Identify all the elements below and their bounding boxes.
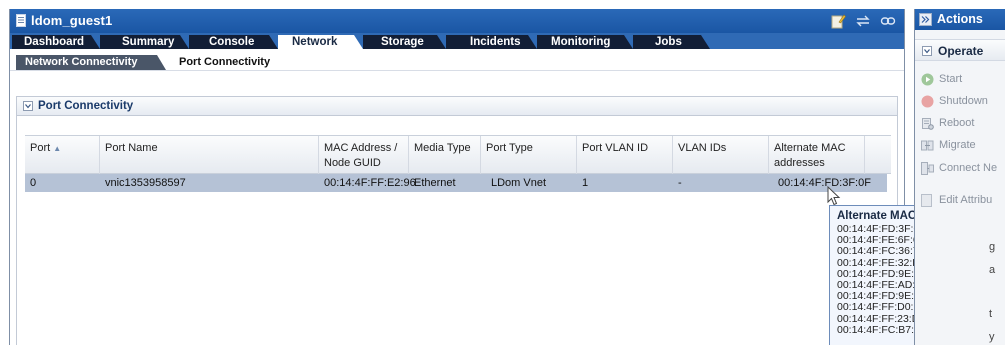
cell-alternate-mac[interactable]: 00:14:4F:FD:3F:0F (773, 174, 871, 192)
link-icon[interactable] (880, 13, 896, 29)
cell-media-type: Ethernet (414, 177, 456, 189)
tab-dashboard[interactable]: Dashboard (12, 35, 100, 49)
actions-header: Actions (915, 9, 1005, 30)
actions-panel: Actions Operate Start Shutdown Reboot Mi… (914, 9, 1005, 345)
mouse-cursor-icon (827, 186, 841, 206)
tab-console[interactable]: Console (189, 35, 278, 49)
tab-summary[interactable]: Summary (100, 35, 189, 49)
column-header-port-name[interactable]: Port Name (100, 136, 319, 174)
table-header: Port ▲ Port Name MAC Address / Node GUID … (25, 135, 891, 174)
tab-monitoring[interactable]: Monitoring (537, 35, 633, 49)
stop-icon (921, 95, 934, 108)
cell-port: 0 (30, 177, 37, 189)
tab-incidents[interactable]: Incidents (446, 35, 537, 49)
play-icon (921, 73, 934, 86)
tab-bar: Dashboard Summary Console Network Storag… (10, 33, 904, 49)
cell-vlan-ids: - (678, 177, 682, 189)
subtab-port-connectivity[interactable]: Port Connectivity (170, 55, 304, 70)
action-shutdown[interactable]: Shutdown (921, 93, 1005, 109)
actions-title: Actions (937, 12, 983, 26)
column-header-port[interactable]: Port ▲ (25, 136, 100, 174)
window-title: ldom_guest1 (31, 13, 113, 28)
cell-port-type: LDom Vnet (491, 177, 547, 189)
tab-jobs[interactable]: Jobs (633, 35, 710, 49)
action-start[interactable]: Start (921, 71, 1005, 87)
truncated-text-fragment: t (989, 308, 993, 320)
swap-icon[interactable] (855, 13, 871, 29)
reboot-icon (922, 118, 934, 130)
operate-section-header[interactable]: Operate (915, 39, 1005, 61)
document-icon (16, 14, 26, 27)
cell-port-name: vnic1353958597 (105, 177, 186, 189)
truncated-text-fragment: a (989, 264, 996, 276)
column-header-port-vlan-id[interactable]: Port VLAN ID (577, 136, 673, 174)
column-header-port-type[interactable]: Port Type (481, 136, 577, 174)
migrate-icon (921, 140, 934, 151)
chevron-down-icon[interactable] (23, 101, 33, 111)
column-header-mac-address[interactable]: MAC Address / Node GUID (319, 136, 409, 174)
operate-section-title: Operate (938, 44, 984, 58)
tab-storage[interactable]: Storage (363, 35, 446, 49)
column-header-media-type[interactable]: Media Type (409, 136, 481, 174)
subtab-bar: Network Connectivity Port Connectivity (10, 49, 904, 71)
action-edit-attributes[interactable]: Edit Attribu (921, 192, 1005, 208)
panel-title: Port Connectivity (38, 100, 134, 112)
connect-icon (921, 162, 934, 175)
edit-icon (921, 194, 932, 207)
port-connectivity-panel: Port Connectivity Port ▲ Port Name MAC Ad… (16, 96, 898, 345)
column-header-alternate-mac[interactable]: Alternate MAC addresses (769, 136, 865, 174)
truncated-text-fragment: g (989, 241, 996, 253)
edit-tag-icon[interactable] (830, 13, 846, 29)
double-chevron-right-icon[interactable] (919, 13, 932, 26)
column-header-vlan-ids[interactable]: VLAN IDs (673, 136, 769, 174)
action-reboot[interactable]: Reboot (921, 115, 1005, 131)
tab-network[interactable]: Network (278, 35, 363, 49)
panel-header: Port Connectivity (17, 97, 897, 116)
cell-mac-address: 00:14:4F:FF:E2:96 (324, 177, 416, 189)
cell-port-vlan-id: 1 (582, 177, 589, 189)
title-bar: ldom_guest1 (10, 9, 904, 33)
table-row[interactable]: 0 vnic1353958597 00:14:4F:FF:E2:96 Ether… (25, 174, 887, 192)
action-migrate[interactable]: Migrate (921, 137, 1005, 153)
truncated-text-fragment: y (989, 331, 995, 343)
main-window: ldom_guest1 Dashboard Summary Console Ne… (9, 9, 905, 345)
subtab-network-connectivity[interactable]: Network Connectivity (16, 55, 166, 70)
sort-ascending-icon: ▲ (53, 144, 62, 153)
action-connect-network[interactable]: Connect Ne (921, 160, 1005, 176)
chevron-down-icon[interactable] (922, 46, 932, 56)
